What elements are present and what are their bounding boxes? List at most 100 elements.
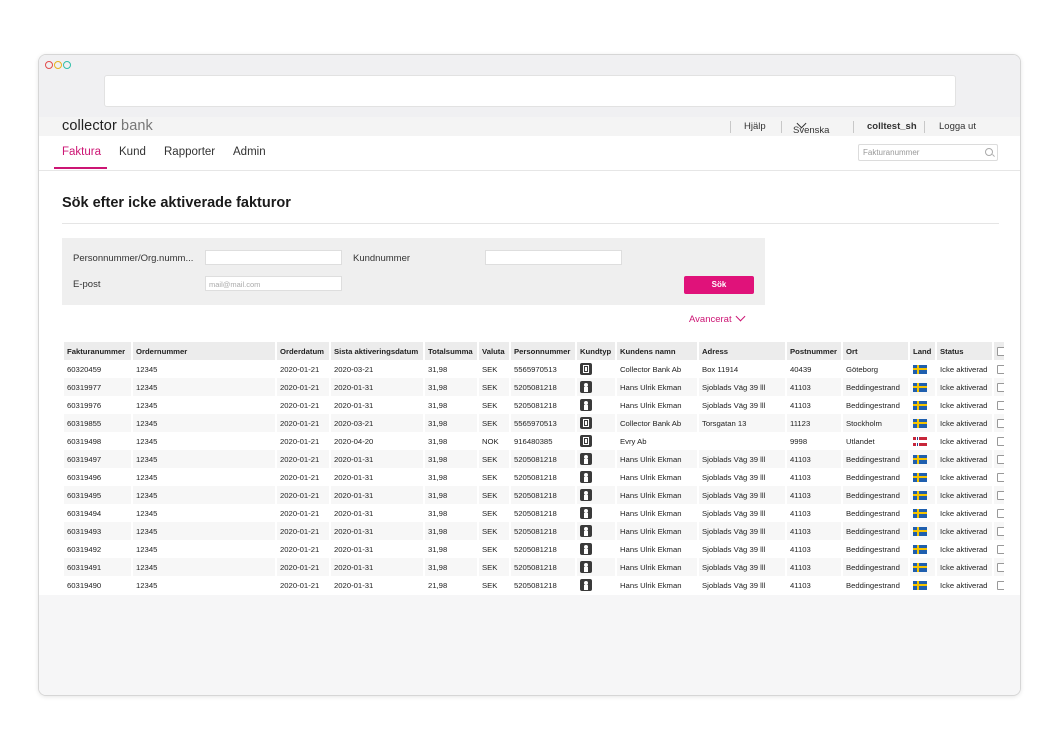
close-window-icon[interactable]	[45, 61, 53, 69]
table-cell	[909, 522, 937, 540]
row-checkbox[interactable]	[997, 418, 1003, 428]
table-row[interactable]: 60319491 12345 2020-01-21 2020-01-31 31,98 SE…	[64, 558, 1006, 576]
cell-text: Sjoblads Väg 39 lll	[702, 544, 766, 554]
row-checkbox[interactable]	[997, 472, 1003, 482]
table-cell: Icke aktiverad	[936, 522, 994, 540]
table-row[interactable]: 60319495 12345 2020-01-21 2020-01-31 31,98 SE…	[64, 486, 1006, 504]
table-cell: 2020-01-31	[330, 558, 425, 576]
epost-input[interactable]: mail@mail.com	[205, 276, 342, 291]
column-header[interactable]: Kundens namn	[616, 342, 699, 360]
column-header[interactable]: Personnummer	[510, 342, 577, 360]
table-cell: Icke aktiverad	[936, 504, 994, 522]
column-header[interactable]: Totalsumma	[424, 342, 479, 360]
column-header[interactable]: Fakturanummer	[64, 342, 133, 360]
advanced-search-toggle[interactable]: Avancerat	[689, 311, 746, 325]
table-cell: 2020-01-21	[276, 378, 331, 396]
table-cell: SEK	[478, 450, 511, 468]
invoice-search-input[interactable]: Fakturanummer	[858, 144, 998, 161]
tab-kund[interactable]: Kund	[119, 146, 146, 158]
tab-rapporter[interactable]: Rapporter	[164, 146, 215, 158]
column-header[interactable]: Ordernummer	[132, 342, 277, 360]
row-checkbox[interactable]	[997, 544, 1003, 554]
search-button[interactable]: Sök	[684, 276, 754, 294]
table-row[interactable]: 60319490 12345 2020-01-21 2020-01-31 21,98 SE…	[64, 576, 1006, 594]
table-cell: 12345	[132, 450, 277, 468]
address-bar[interactable]	[104, 75, 956, 107]
table-row[interactable]: 60319493 12345 2020-01-21 2020-01-31 31,98 SE…	[64, 522, 1006, 540]
cell-text: Evry Ab	[620, 436, 647, 446]
brand-logo[interactable]: collector bank	[62, 118, 153, 134]
personnummer-input[interactable]	[205, 250, 342, 265]
select-all-cell	[993, 342, 1006, 360]
row-checkbox[interactable]	[997, 400, 1003, 410]
table-row[interactable]: 60319498 12345 2020-01-21 2020-04-20 31,98 NO…	[64, 432, 1006, 450]
row-checkbox[interactable]	[997, 364, 1003, 374]
minimize-window-icon[interactable]	[54, 61, 62, 69]
select-all-checkbox[interactable]	[997, 346, 1003, 356]
table-row[interactable]: 60319492 12345 2020-01-21 2020-01-31 31,98 SE…	[64, 540, 1006, 558]
row-checkbox[interactable]	[997, 382, 1003, 392]
cell-text: SEK	[482, 418, 498, 428]
kundnummer-input[interactable]	[485, 250, 622, 265]
language-select[interactable]: Svenska	[793, 118, 829, 136]
cell-text: Hans Ulrik Ekman	[620, 454, 682, 464]
table-cell: 5205081218	[510, 540, 577, 558]
column-header[interactable]: Sista aktiveringsdatum	[330, 342, 425, 360]
table-cell: Icke aktiverad	[936, 378, 994, 396]
table-row[interactable]: 60319497 12345 2020-01-21 2020-01-31 31,98 SE…	[64, 450, 1006, 468]
table-cell: Sjoblads Väg 39 lll	[698, 522, 787, 540]
table-row[interactable]: 60319855 12345 2020-01-21 2020-03-21 31,98 SE…	[64, 414, 1006, 432]
table-cell: 12345	[132, 396, 277, 414]
table-cell: 2020-01-31	[330, 576, 425, 594]
column-header[interactable]: Status	[936, 342, 994, 360]
table-row[interactable]: 60319976 12345 2020-01-21 2020-01-31 31,98 SE…	[64, 396, 1006, 414]
table-cell: Hans Ulrik Ekman	[616, 396, 699, 414]
table-cell: Beddingestrand	[842, 450, 910, 468]
cell-text: 60319494	[67, 508, 102, 518]
cell-text: 9998	[790, 436, 808, 446]
maximize-window-icon[interactable]	[63, 61, 71, 69]
column-header[interactable]: Kundtyp	[576, 342, 617, 360]
column-header[interactable]: Orderdatum	[276, 342, 331, 360]
table-cell: Box 11914	[698, 360, 787, 378]
table-row[interactable]: 60319494 12345 2020-01-21 2020-01-31 31,98 SE…	[64, 504, 1006, 522]
table-cell: 41103	[786, 468, 843, 486]
row-select-cell	[993, 576, 1006, 594]
cell-text: 60319855	[67, 418, 102, 428]
row-checkbox[interactable]	[997, 508, 1003, 518]
column-header[interactable]: Postnummer	[786, 342, 843, 360]
row-checkbox[interactable]	[997, 580, 1003, 590]
column-header[interactable]: Ort	[842, 342, 910, 360]
row-checkbox[interactable]	[997, 454, 1003, 464]
table-cell: 12345	[132, 540, 277, 558]
table-cell: 12345	[132, 558, 277, 576]
table-row[interactable]: 60319977 12345 2020-01-21 2020-01-31 31,98 SE…	[64, 378, 1006, 396]
cell-text: 2020-01-21	[280, 544, 320, 554]
table-cell	[909, 378, 937, 396]
column-header[interactable]: Valuta	[478, 342, 511, 360]
column-header[interactable]: Land	[909, 342, 937, 360]
tab-admin[interactable]: Admin	[233, 146, 266, 158]
cell-text: Collector Bank Ab	[620, 364, 682, 374]
table-cell: 41103	[786, 576, 843, 594]
cell-text: 2020-01-21	[280, 580, 320, 590]
table-cell: 12345	[132, 486, 277, 504]
row-checkbox[interactable]	[997, 562, 1003, 572]
help-link[interactable]: Hjälp	[744, 121, 766, 132]
column-header[interactable]: Adress	[698, 342, 787, 360]
row-checkbox[interactable]	[997, 490, 1003, 500]
cell-text: SEK	[482, 526, 498, 536]
table-cell: Sjoblads Väg 39 lll	[698, 504, 787, 522]
search-icon[interactable]	[985, 148, 993, 156]
cell-text: 31,98	[428, 544, 448, 554]
cell-text: 2020-01-31	[334, 382, 374, 392]
tab-faktura[interactable]: Faktura	[62, 146, 101, 158]
user-name[interactable]: colltest_sh	[867, 121, 917, 132]
row-checkbox[interactable]	[997, 526, 1003, 536]
cell-text: 916480385	[514, 436, 553, 446]
table-row[interactable]: 60320459 12345 2020-01-21 2020-03-21 31,98 SE…	[64, 360, 1006, 378]
cell-text: 2020-01-31	[334, 400, 374, 410]
table-row[interactable]: 60319496 12345 2020-01-21 2020-01-31 31,98 SE…	[64, 468, 1006, 486]
logout-link[interactable]: Logga ut	[939, 121, 976, 132]
row-checkbox[interactable]	[997, 436, 1003, 446]
